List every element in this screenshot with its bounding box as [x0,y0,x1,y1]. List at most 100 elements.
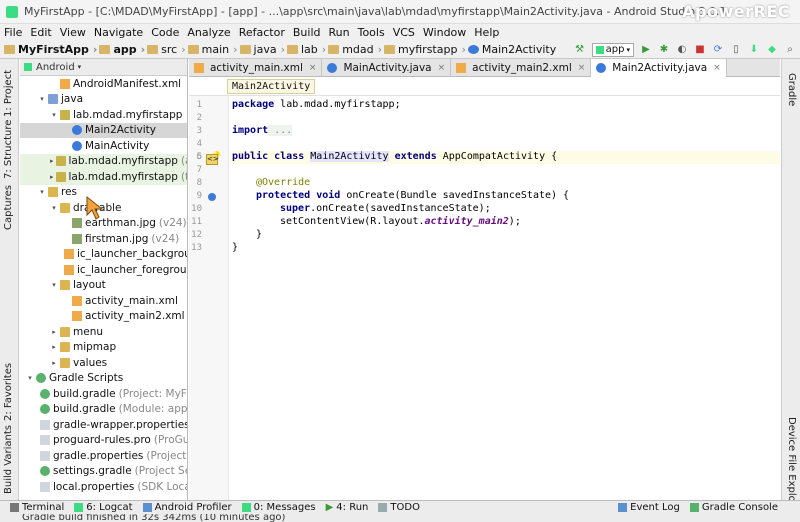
menu-help[interactable]: Help [474,26,499,39]
tree-item[interactable]: ▸ lab.mdad.myfirstapp(test) [20,169,187,185]
editor-breadcrumb[interactable]: Main2Activity [227,79,316,94]
menu-bar: File Edit View Navigate Code Analyze Ref… [0,24,800,41]
tree-item[interactable]: ▸ values [20,355,187,371]
tree-item[interactable]: firstman.jpg (v24) [20,231,187,247]
tree-item[interactable]: build.gradle (Module: app) [20,402,187,418]
structure-tool-tab[interactable]: 7: Structure [3,120,14,179]
tree-item[interactable]: activity_main2.xml [20,309,187,325]
override-marker-icon[interactable] [208,193,216,201]
breadcrumb-lab[interactable]: lab › [287,43,326,56]
menu-view[interactable]: View [60,26,86,39]
avd-manager-icon[interactable]: ▯ [730,44,742,56]
breadcrumb-myfirstapp[interactable]: myfirstapp › [384,43,466,56]
menu-code[interactable]: Code [151,26,179,39]
stop-icon[interactable]: ■ [694,44,706,56]
folder-icon [60,342,70,353]
tree-item[interactable]: local.properties(SDK Location) [20,479,187,495]
breadcrumb-src[interactable]: src › [147,43,186,56]
chevron-right-icon[interactable]: ▸ [50,343,58,351]
event-log-tool-tab[interactable]: Event Log [618,502,680,513]
close-icon[interactable]: × [578,63,586,73]
terminal-tool-tab[interactable]: Terminal [10,502,64,513]
left-tool-strip: 1: Project 7: Structure Captures 2: Favo… [0,59,19,500]
tree-item[interactable]: gradle.properties(Project Properties) [20,448,187,464]
layout-link-icon[interactable]: <> [206,154,219,165]
tree-item[interactable]: ▸ mipmap [20,340,187,356]
tree-item[interactable]: proguard-rules.pro(ProGuard Rules for ap… [20,433,187,449]
favorites-tool-tab[interactable]: 2: Favorites [3,363,14,421]
menu-tools[interactable]: Tools [358,26,385,39]
run-icon[interactable]: ▶ [640,44,652,56]
chevron-right-icon[interactable]: ▸ [50,157,54,165]
menu-file[interactable]: File [4,26,22,39]
chevron-down-icon[interactable]: ▾ [50,281,58,289]
menu-build[interactable]: Build [293,26,321,39]
sync-icon[interactable]: ⟳ [712,44,724,56]
menu-vcs[interactable]: VCS [393,26,415,39]
search-icon[interactable]: ⌕ [784,44,796,56]
gradle-tool-tab[interactable]: Gradle [786,73,797,106]
tree-item[interactable]: ▾ lab.mdad.myfirstapp [20,107,187,123]
code-editor[interactable]: 1 2 3 4 5 💡 6 7 8 9 10 11 12 13 <> packa… [189,96,780,500]
breadcrumb-project[interactable]: MyFirstApp › [4,43,97,56]
profile-icon[interactable]: ◐ [676,44,688,56]
file-icon [40,435,50,446]
sdk-manager-icon[interactable]: ⬇ [748,44,760,56]
menu-refactor[interactable]: Refactor [239,26,285,39]
profiler-tool-tab[interactable]: Android Profiler [142,502,232,513]
debug-icon[interactable]: ✱ [658,44,670,56]
build-variants-tool-tab[interactable]: Build Variants [3,425,14,494]
tree-item[interactable]: Main2Activity [20,122,187,138]
tree-item[interactable]: ▸ menu [20,324,187,340]
run-tool-tab[interactable]: ▶ 4: Run [326,502,369,513]
tree-item[interactable]: ic_launcher_foreground.xml [20,262,187,278]
editor-tab[interactable]: Main2Activity.java × [591,59,727,77]
menu-analyze[interactable]: Analyze [187,26,230,39]
android-icon[interactable]: ◆ [766,44,778,56]
tree-item[interactable]: build.gradle(Project: MyFirstApp) [20,386,187,402]
breadcrumb-main[interactable]: main › [187,43,238,56]
close-icon[interactable]: × [438,63,446,73]
tree-item[interactable]: AndroidManifest.xml [20,76,187,92]
chevron-down-icon[interactable]: ▾ [50,204,58,212]
run-config-select[interactable]: app ▾ [591,43,634,57]
tree-item[interactable]: ▾ java [20,92,187,108]
menu-window[interactable]: Window [423,26,466,39]
logcat-tool-tab[interactable]: 6: Logcat [74,502,133,513]
editor-tab[interactable]: activity_main2.xml × [451,59,592,77]
editor-tab[interactable]: activity_main.xml × [189,59,323,77]
chevron-right-icon[interactable]: ▸ [50,359,58,367]
gradle-console-tool-tab[interactable]: Gradle Console [689,502,778,513]
tree-item[interactable]: ▾ layout [20,278,187,294]
tree-item[interactable]: activity_main.xml [20,293,187,309]
tree-item[interactable]: settings.gradle(Project Settings) [20,464,187,480]
tree-item[interactable]: ic_launcher_background.xml [20,247,187,263]
breadcrumb-mdad[interactable]: mdad › [328,43,382,56]
chevron-right-icon[interactable]: ▸ [50,328,58,336]
menu-edit[interactable]: Edit [30,26,51,39]
todo-tool-tab[interactable]: TODO [378,502,420,513]
editor-gutter: 1 2 3 4 5 💡 6 7 8 9 10 11 12 13 <> [189,96,229,500]
chevron-right-icon[interactable]: ▸ [50,173,54,181]
captures-tool-tab[interactable]: Captures [3,185,14,230]
close-icon[interactable]: × [309,63,317,73]
close-icon[interactable]: × [713,63,721,73]
chevron-down-icon[interactable]: ▾ [50,111,58,119]
menu-navigate[interactable]: Navigate [94,26,143,39]
breadcrumb-module[interactable]: app › [99,43,145,56]
breadcrumb-main2activity[interactable]: Main2Activity [467,43,556,56]
project-tool-tab[interactable]: 1: Project [3,70,14,117]
hammer-icon[interactable]: ⚒ [574,44,586,56]
tree-item[interactable]: ▾ Gradle Scripts [20,371,187,387]
tree-item[interactable]: gradle-wrapper.properties(Gradle Version… [20,417,187,433]
tree-item[interactable]: ▸ lab.mdad.myfirstapp(androidTest) [20,153,187,169]
breadcrumb-java[interactable]: java › [239,43,285,56]
editor-tab[interactable]: MainActivity.java × [322,59,452,77]
chevron-down-icon[interactable]: ▾ [38,95,46,103]
menu-run[interactable]: Run [329,26,350,39]
tree-item[interactable]: MainActivity [20,138,187,154]
chevron-down-icon[interactable]: ▾ [26,374,34,382]
project-view-header[interactable]: Android ▾ [20,59,187,76]
messages-tool-tab[interactable]: 0: Messages [241,502,316,513]
chevron-down-icon[interactable]: ▾ [38,188,46,196]
